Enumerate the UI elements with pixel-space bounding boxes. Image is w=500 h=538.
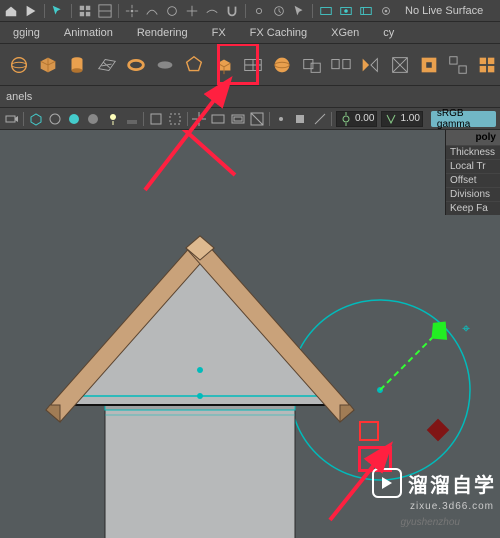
poly-platonics-button[interactable]	[182, 50, 207, 80]
combine-button[interactable]	[299, 50, 324, 80]
live-surface-label: No Live Surface	[405, 5, 483, 17]
snap-live-icon[interactable]	[205, 4, 219, 18]
arrow-icon[interactable]	[24, 4, 38, 18]
opt1-icon[interactable]	[273, 110, 288, 128]
poly-type-button[interactable]	[240, 50, 265, 80]
separate-button[interactable]	[328, 50, 353, 80]
grid-toggle-icon[interactable]	[192, 110, 207, 128]
watermark: 溜溜自学	[372, 468, 496, 498]
gamma-value: 1.00	[400, 113, 419, 124]
play-icon	[372, 468, 402, 498]
home-icon[interactable]	[4, 4, 18, 18]
tab-custom[interactable]: cy	[372, 22, 405, 43]
wireframe-icon[interactable]	[47, 110, 62, 128]
isolate-icon[interactable]	[148, 110, 163, 128]
smooth-button[interactable]	[387, 50, 412, 80]
tab-rendering[interactable]: Rendering	[126, 22, 199, 43]
layout-icon[interactable]	[98, 4, 112, 18]
resolution-gate-icon[interactable]	[230, 110, 245, 128]
status-text: gyushenzhou	[401, 517, 461, 528]
panel-toolbar: 0.00 1.00 sRGB gamma	[0, 108, 500, 130]
magnet-icon[interactable]	[225, 4, 239, 18]
poly-cube-button[interactable]	[35, 50, 60, 80]
shadow-icon[interactable]	[124, 110, 139, 128]
film-gate-icon[interactable]	[211, 110, 226, 128]
poly-disc-button[interactable]	[152, 50, 177, 80]
tab-animation[interactable]: Animation	[53, 22, 124, 43]
append-button[interactable]	[445, 50, 470, 80]
opt2-icon[interactable]	[293, 110, 308, 128]
opt3-icon[interactable]	[312, 110, 327, 128]
textured-icon[interactable]	[86, 110, 101, 128]
mirror-button[interactable]	[358, 50, 383, 80]
shaded-icon[interactable]	[67, 110, 82, 128]
render-icon[interactable]	[319, 4, 333, 18]
light-icon[interactable]	[105, 110, 120, 128]
snap-plus-icon[interactable]	[185, 4, 199, 18]
colorspace-dropdown[interactable]: sRGB gamma	[431, 111, 496, 127]
tab-fx-caching[interactable]: FX Caching	[239, 22, 318, 43]
poly-plane-button[interactable]	[94, 50, 119, 80]
select-icon[interactable]	[51, 4, 65, 18]
gate-mask-icon[interactable]	[249, 110, 264, 128]
panels-label: anels	[0, 86, 500, 108]
pan-icon[interactable]	[252, 4, 266, 18]
panels-text: anels	[6, 91, 32, 103]
render-settings-icon[interactable]	[379, 4, 393, 18]
grid-icon[interactable]	[78, 4, 92, 18]
render-region-icon[interactable]	[339, 4, 353, 18]
watermark-text: 溜溜自学	[408, 469, 496, 498]
select-arrow-icon[interactable]	[292, 4, 306, 18]
xray-icon[interactable]	[168, 110, 183, 128]
poly-sphere2-button[interactable]	[270, 50, 295, 80]
poly-cylinder-button[interactable]	[65, 50, 90, 80]
history-icon[interactable]	[272, 4, 286, 18]
exposure-field[interactable]: 0.00	[336, 111, 377, 127]
ipr-icon[interactable]	[359, 4, 373, 18]
shelf-bar	[0, 44, 500, 86]
more-button[interactable]	[475, 50, 500, 80]
tab-xgen[interactable]: XGen	[320, 22, 370, 43]
snap-curve-icon[interactable]	[145, 4, 159, 18]
fill-hole-button[interactable]	[416, 50, 441, 80]
snap-point-icon[interactable]	[165, 4, 179, 18]
tab-rigging[interactable]: gging	[2, 22, 51, 43]
gamma-field[interactable]: 1.00	[381, 111, 422, 127]
snap-grid-icon[interactable]	[125, 4, 139, 18]
colorspace-label: sRGB gamma	[437, 108, 490, 130]
tab-fx[interactable]: FX	[201, 22, 237, 43]
camera-select-icon[interactable]	[4, 110, 19, 128]
viewport[interactable]: poly Thickness Local Tr Offset Divisions…	[0, 130, 500, 538]
top-icon-bar: No Live Surface	[0, 0, 500, 22]
watermark-sub: zixue.3d66.com	[410, 501, 494, 512]
poly-extrude-button[interactable]	[211, 50, 236, 80]
poly-torus-button[interactable]	[123, 50, 148, 80]
poly-sphere-button[interactable]	[6, 50, 31, 80]
shelf-tabs: gging Animation Rendering FX FX Caching …	[0, 22, 500, 44]
cube-display-icon[interactable]	[28, 110, 43, 128]
exposure-value: 0.00	[355, 113, 374, 124]
